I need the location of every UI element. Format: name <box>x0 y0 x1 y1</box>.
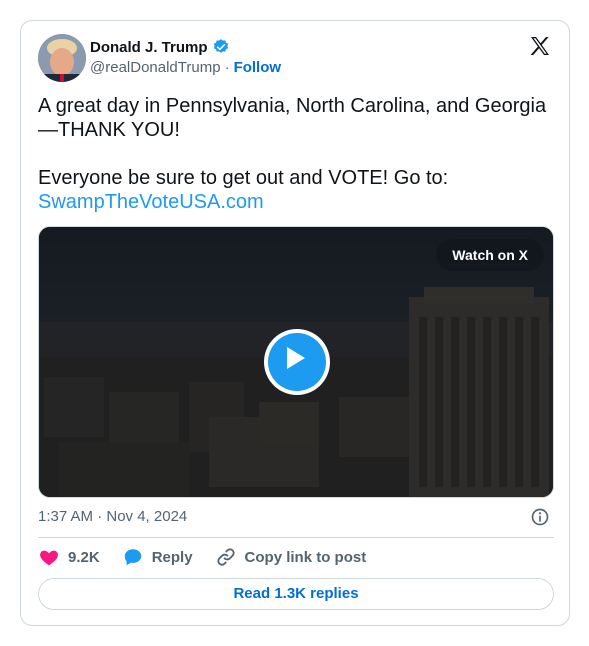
verified-badge-icon <box>213 39 228 53</box>
tweet-timestamp[interactable]: 1:37 AM · Nov 4, 2024 <box>38 508 187 525</box>
copy-link-button[interactable]: Copy link to post <box>215 546 367 568</box>
heart-icon <box>40 550 58 566</box>
play-triangle <box>287 347 305 369</box>
action-bar: 9.2K Reply Copy link to post <box>38 547 388 567</box>
handle-separator: · <box>224 59 230 76</box>
x-logo-icon[interactable] <box>528 34 552 58</box>
avatar[interactable] <box>38 34 86 82</box>
like-button[interactable]: 9.2K <box>38 546 100 568</box>
copy-link-label: Copy link to post <box>244 548 367 566</box>
tweet-text: A great day in Pennsylvania, North Carol… <box>38 95 547 189</box>
like-count: 9.2K <box>68 548 100 566</box>
read-replies-button[interactable]: Read 1.3K replies <box>38 578 554 610</box>
follow-button[interactable]: Follow <box>234 59 282 76</box>
video-player[interactable]: Watch on X <box>38 226 554 498</box>
divider <box>38 537 554 538</box>
play-icon[interactable] <box>264 329 330 395</box>
watch-on-x-button[interactable]: Watch on X <box>436 239 544 271</box>
reply-icon <box>124 549 141 566</box>
author-display-name[interactable]: Donald J. Trump <box>90 39 208 56</box>
info-icon[interactable] <box>530 507 550 527</box>
author-handle[interactable]: @realDonaldTrump <box>90 59 221 76</box>
link-icon <box>216 548 235 566</box>
author-name-row: Donald J. Trump <box>90 37 230 57</box>
avatar-image <box>38 34 86 82</box>
reply-label: Reply <box>151 548 193 566</box>
author-handle-row: @realDonaldTrump · Follow <box>90 59 281 76</box>
tweet-embed-card: Donald J. Trump @realDonaldTrump · Follo… <box>20 20 570 626</box>
reply-button[interactable]: Reply <box>122 546 193 568</box>
tweet-link[interactable]: SwampTheVoteUSA.com <box>38 190 264 214</box>
